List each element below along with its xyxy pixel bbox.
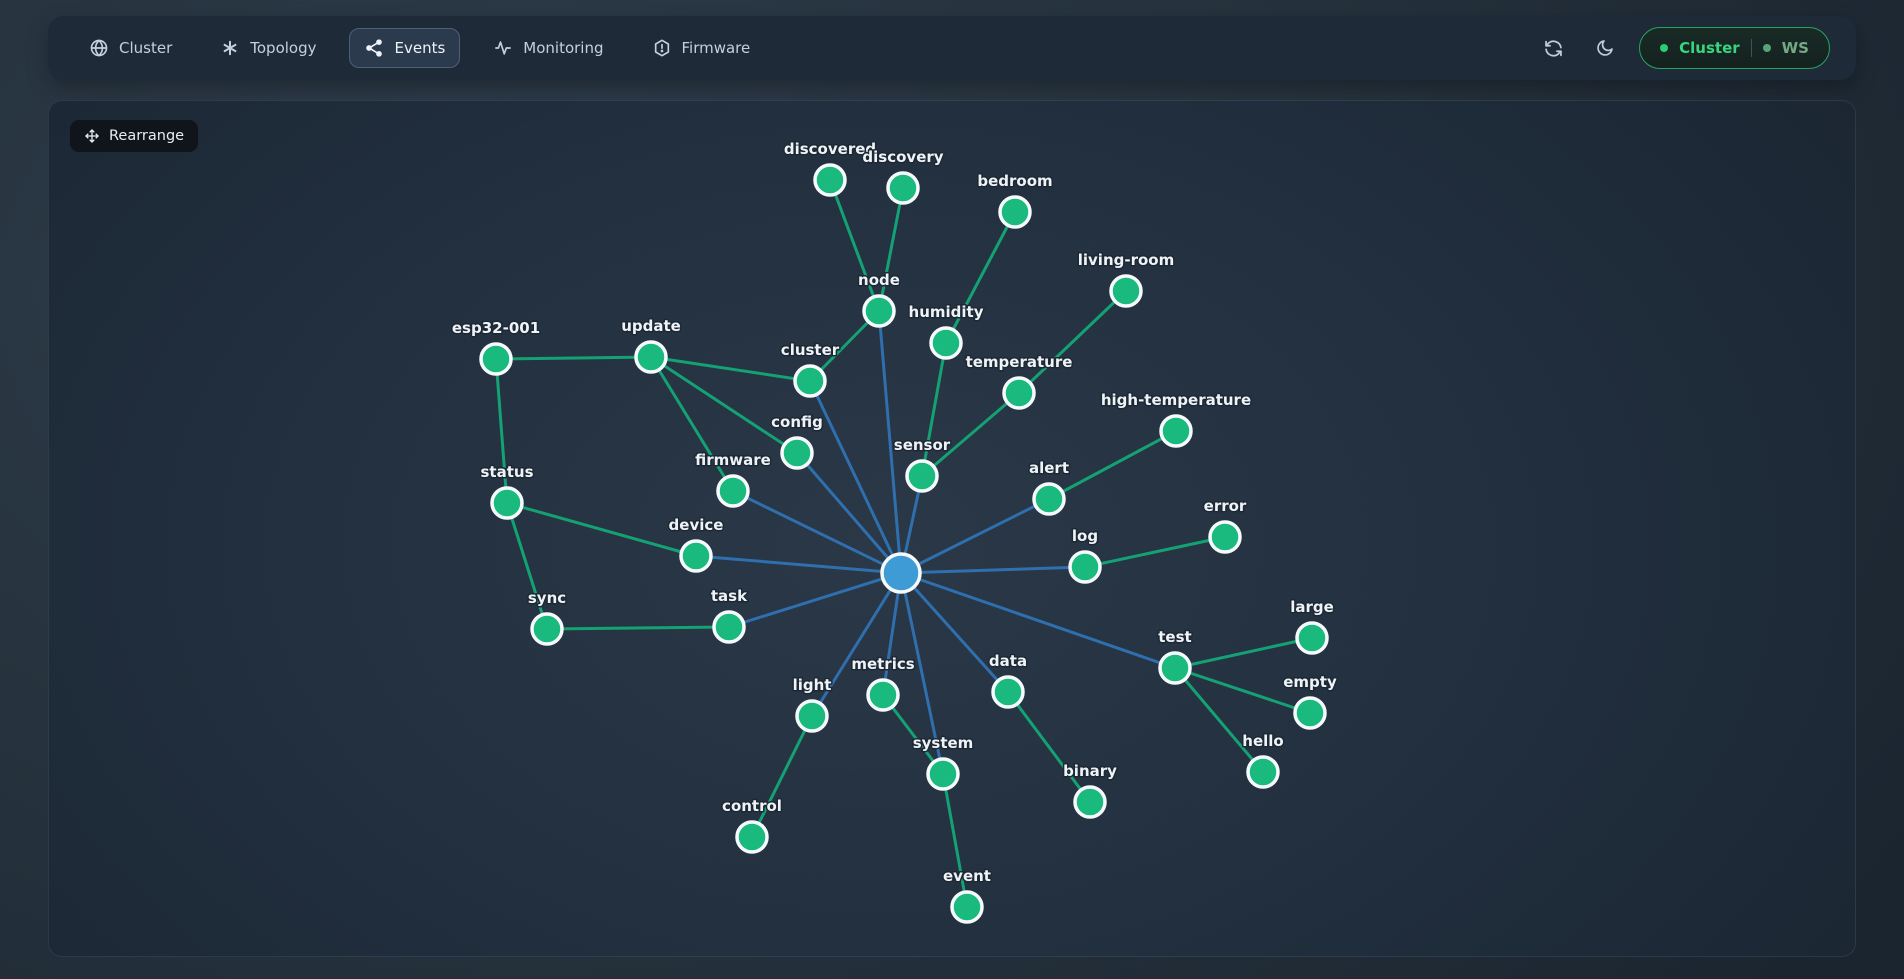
graph-node-alert[interactable] bbox=[1034, 484, 1064, 514]
tab-label: Topology bbox=[250, 41, 316, 56]
top-nav: Cluster Topology Events bbox=[48, 16, 1856, 80]
graph-node-update[interactable] bbox=[636, 342, 666, 372]
graph-node-device[interactable] bbox=[681, 541, 711, 571]
graph-node-esp32-001[interactable] bbox=[481, 344, 511, 374]
tab-events[interactable]: Events bbox=[349, 28, 460, 68]
graph-node-discovered[interactable] bbox=[815, 165, 845, 195]
tab-label: Monitoring bbox=[523, 41, 603, 56]
graph-node-light[interactable] bbox=[797, 701, 827, 731]
graph-node-hello[interactable] bbox=[1248, 757, 1278, 787]
graph-node-cluster[interactable] bbox=[795, 366, 825, 396]
ws-status-dot bbox=[1763, 44, 1771, 52]
nav-tabs: Cluster Topology Events bbox=[74, 28, 765, 68]
cluster-status-label: Cluster bbox=[1679, 41, 1740, 56]
cluster-status-dot bbox=[1660, 44, 1668, 52]
ws-status-label: WS bbox=[1782, 41, 1809, 56]
graph-node-humidity[interactable] bbox=[931, 328, 961, 358]
rearrange-label: Rearrange bbox=[109, 128, 184, 144]
moon-icon bbox=[1595, 38, 1615, 58]
graph-node-node[interactable] bbox=[864, 296, 894, 326]
graph-node-high-temperature[interactable] bbox=[1161, 416, 1191, 446]
graph-node-data[interactable] bbox=[993, 677, 1023, 707]
refresh-button[interactable] bbox=[1535, 30, 1571, 66]
graph-node-living-room[interactable] bbox=[1111, 276, 1141, 306]
refresh-icon bbox=[1543, 38, 1564, 59]
badge-divider bbox=[1751, 39, 1752, 57]
graph-node-event[interactable] bbox=[952, 892, 982, 922]
graph-hub-node[interactable] bbox=[882, 554, 920, 592]
graph-node-discovery[interactable] bbox=[888, 173, 918, 203]
graph-node-bedroom[interactable] bbox=[1000, 197, 1030, 227]
tab-label: Events bbox=[394, 41, 445, 56]
tab-monitoring[interactable]: Monitoring bbox=[478, 28, 618, 68]
graph-node-sensor[interactable] bbox=[907, 461, 937, 491]
tab-firmware[interactable]: Firmware bbox=[637, 28, 766, 68]
nav-actions: Cluster WS bbox=[1535, 27, 1830, 69]
graph-node-log[interactable] bbox=[1070, 552, 1100, 582]
graph-node-system[interactable] bbox=[928, 759, 958, 789]
graph-node-large[interactable] bbox=[1297, 623, 1327, 653]
graph-canvas-panel[interactable]: Rearrange bbox=[48, 100, 1856, 957]
shield-alert-icon bbox=[652, 38, 672, 58]
graph-node-empty[interactable] bbox=[1295, 698, 1325, 728]
graph-node-metrics[interactable] bbox=[868, 680, 898, 710]
graph-node-temperature[interactable] bbox=[1004, 378, 1034, 408]
tab-label: Firmware bbox=[682, 41, 751, 56]
theme-toggle-button[interactable] bbox=[1587, 30, 1623, 66]
graph-node-test[interactable] bbox=[1160, 653, 1190, 683]
tab-label: Cluster bbox=[119, 41, 172, 56]
rearrange-button[interactable]: Rearrange bbox=[70, 120, 198, 152]
move-icon bbox=[84, 128, 100, 144]
graph-node-binary[interactable] bbox=[1075, 787, 1105, 817]
graph-node-status[interactable] bbox=[492, 488, 522, 518]
globe-icon bbox=[89, 38, 109, 58]
tab-topology[interactable]: Topology bbox=[205, 28, 331, 68]
graph-node-control[interactable] bbox=[737, 822, 767, 852]
hub-asterisk-icon bbox=[220, 38, 240, 58]
share-icon bbox=[364, 38, 384, 58]
graph-node-error[interactable] bbox=[1210, 522, 1240, 552]
graph-node-task[interactable] bbox=[714, 612, 744, 642]
activity-icon bbox=[493, 38, 513, 58]
graph-node-config[interactable] bbox=[782, 438, 812, 468]
tab-cluster[interactable]: Cluster bbox=[74, 28, 187, 68]
connection-status-badge: Cluster WS bbox=[1639, 27, 1830, 69]
graph-node-firmware[interactable] bbox=[718, 476, 748, 506]
graph-node-sync[interactable] bbox=[532, 614, 562, 644]
